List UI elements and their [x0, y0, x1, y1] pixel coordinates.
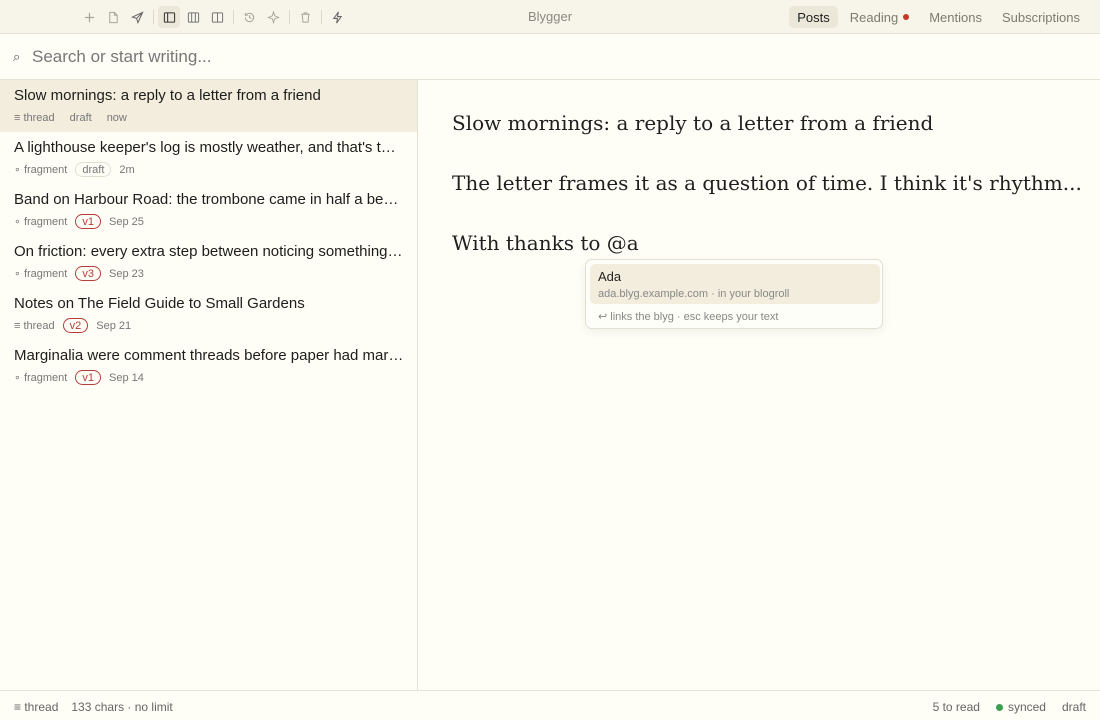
post-kind: ≡ thread: [14, 111, 55, 124]
mention-suggestion[interactable]: Ada ada.blyg.example.com · in your blogr…: [590, 264, 880, 304]
post-list-item[interactable]: Notes on The Field Guide to Small Garden…: [0, 288, 417, 340]
tab-label: Posts: [797, 9, 830, 25]
post-list: Slow mornings: a reply to a letter from …: [0, 80, 418, 690]
post-list-item[interactable]: Band on Harbour Road: the trombone came …: [0, 184, 417, 236]
mention-popup: Ada ada.blyg.example.com · in your blogr…: [585, 259, 883, 329]
status-badge: draft: [75, 162, 112, 177]
post-timestamp: Sep 25: [108, 215, 144, 228]
post-title: Marginalia were comment threads before p…: [14, 347, 404, 364]
post-timestamp: Sep 21: [96, 319, 132, 332]
main-nav: Posts Reading Mentions Subscriptions: [789, 6, 1088, 28]
post-list-item[interactable]: A lighthouse keeper's log is mostly weat…: [0, 132, 417, 184]
popup-hint: ↩ links the blyg · esc keeps your text: [598, 311, 779, 323]
sync-label: synced: [1007, 700, 1046, 714]
status-sync: synced: [995, 700, 1046, 714]
post-title: Slow mornings: a reply to a letter from …: [14, 87, 321, 104]
editor-paragraph[interactable]: The letter frames it as a question of ti…: [452, 171, 1082, 195]
top-toolbar: Blygger Posts Reading Mentions Subscript…: [0, 0, 1100, 34]
status-badge: v1: [75, 370, 101, 385]
status-badge: v3: [75, 266, 101, 281]
post-timestamp: 2m: [119, 163, 135, 176]
editor-title-line[interactable]: Slow mornings: a reply to a letter from …: [452, 111, 933, 135]
post-kind: ∘ fragment: [14, 216, 68, 228]
search-bar: ⌕: [0, 34, 1100, 80]
post-kind: ≡ thread: [14, 319, 55, 332]
toolbar-divider: [233, 10, 234, 24]
status-to-read[interactable]: 5 to read: [933, 700, 980, 714]
toolbar-divider: [321, 10, 322, 24]
post-kind: ∘ fragment: [14, 372, 68, 384]
plus-icon[interactable]: [78, 6, 100, 28]
search-icon: ⌕: [13, 49, 21, 64]
post-list-item[interactable]: On friction: every extra step between no…: [0, 236, 417, 288]
status-badge: v1: [75, 214, 101, 229]
status-badge: draft: [69, 111, 92, 124]
tab-reading[interactable]: Reading: [842, 6, 917, 28]
tab-posts[interactable]: Posts: [789, 6, 838, 28]
post-kind: ∘ fragment: [14, 268, 68, 280]
post-list-item[interactable]: Slow mornings: a reply to a letter from …: [0, 80, 417, 132]
status-bar: ≡ thread 133 chars · no limit 5 to read …: [0, 690, 1100, 720]
app-window: Blygger Posts Reading Mentions Subscript…: [0, 0, 1100, 720]
post-kind: ∘ fragment: [14, 164, 68, 176]
tab-mentions[interactable]: Mentions: [921, 6, 990, 28]
search-input[interactable]: [32, 44, 1032, 70]
toolbar-divider: [153, 10, 154, 24]
sync-dot-icon: [995, 704, 1003, 711]
history-icon[interactable]: [238, 6, 260, 28]
editor[interactable]: Slow mornings: a reply to a letter from …: [418, 80, 1100, 690]
status-state: draft: [1061, 700, 1086, 714]
tab-label: Subscriptions: [1001, 9, 1080, 25]
suggestion-name: Ada: [598, 269, 622, 284]
trash-icon[interactable]: [294, 6, 316, 28]
post-title: Band on Harbour Road: the trombone came …: [14, 191, 404, 208]
post-list-item[interactable]: Marginalia were comment threads before p…: [0, 340, 417, 392]
split-layout-icon[interactable]: [206, 6, 228, 28]
sidebar-layout-icon[interactable]: [158, 6, 180, 28]
lightning-icon[interactable]: [326, 6, 348, 28]
suggestion-detail: ada.blyg.example.com · in your blogroll: [598, 288, 790, 300]
post-title: On friction: every extra step between no…: [14, 243, 404, 260]
post-meta: ≡ thread draft now: [14, 110, 403, 125]
columns-layout-icon[interactable]: [182, 6, 204, 28]
sparkle-icon[interactable]: [262, 6, 284, 28]
toolbar-divider: [289, 10, 290, 24]
status-char-count: 133 chars · no limit: [71, 700, 173, 714]
tab-subscriptions[interactable]: Subscriptions: [994, 6, 1088, 28]
post-title: Notes on The Field Guide to Small Garden…: [14, 295, 305, 312]
post-meta: ∘ fragment v1 Sep 14: [14, 370, 403, 385]
editor-paragraph[interactable]: With thanks to @a: [452, 231, 639, 255]
unread-dot-icon: [903, 14, 910, 20]
post-meta: ∘ fragment draft 2m: [14, 162, 403, 177]
status-badge: v2: [62, 318, 89, 333]
tab-label: Reading: [849, 9, 899, 25]
status-kind: ≡ thread: [14, 700, 59, 714]
document-icon[interactable]: [102, 6, 124, 28]
post-timestamp: Sep 23: [108, 267, 144, 280]
send-icon[interactable]: [126, 6, 148, 28]
tab-label: Mentions: [929, 9, 982, 25]
post-title: A lighthouse keeper's log is mostly weat…: [14, 139, 404, 156]
post-meta: ≡ thread v2 Sep 21: [14, 318, 403, 333]
post-meta: ∘ fragment v1 Sep 25: [14, 214, 403, 229]
post-timestamp: Sep 14: [108, 371, 144, 384]
post-meta: ∘ fragment v3 Sep 23: [14, 266, 403, 281]
post-timestamp: now: [106, 111, 127, 124]
